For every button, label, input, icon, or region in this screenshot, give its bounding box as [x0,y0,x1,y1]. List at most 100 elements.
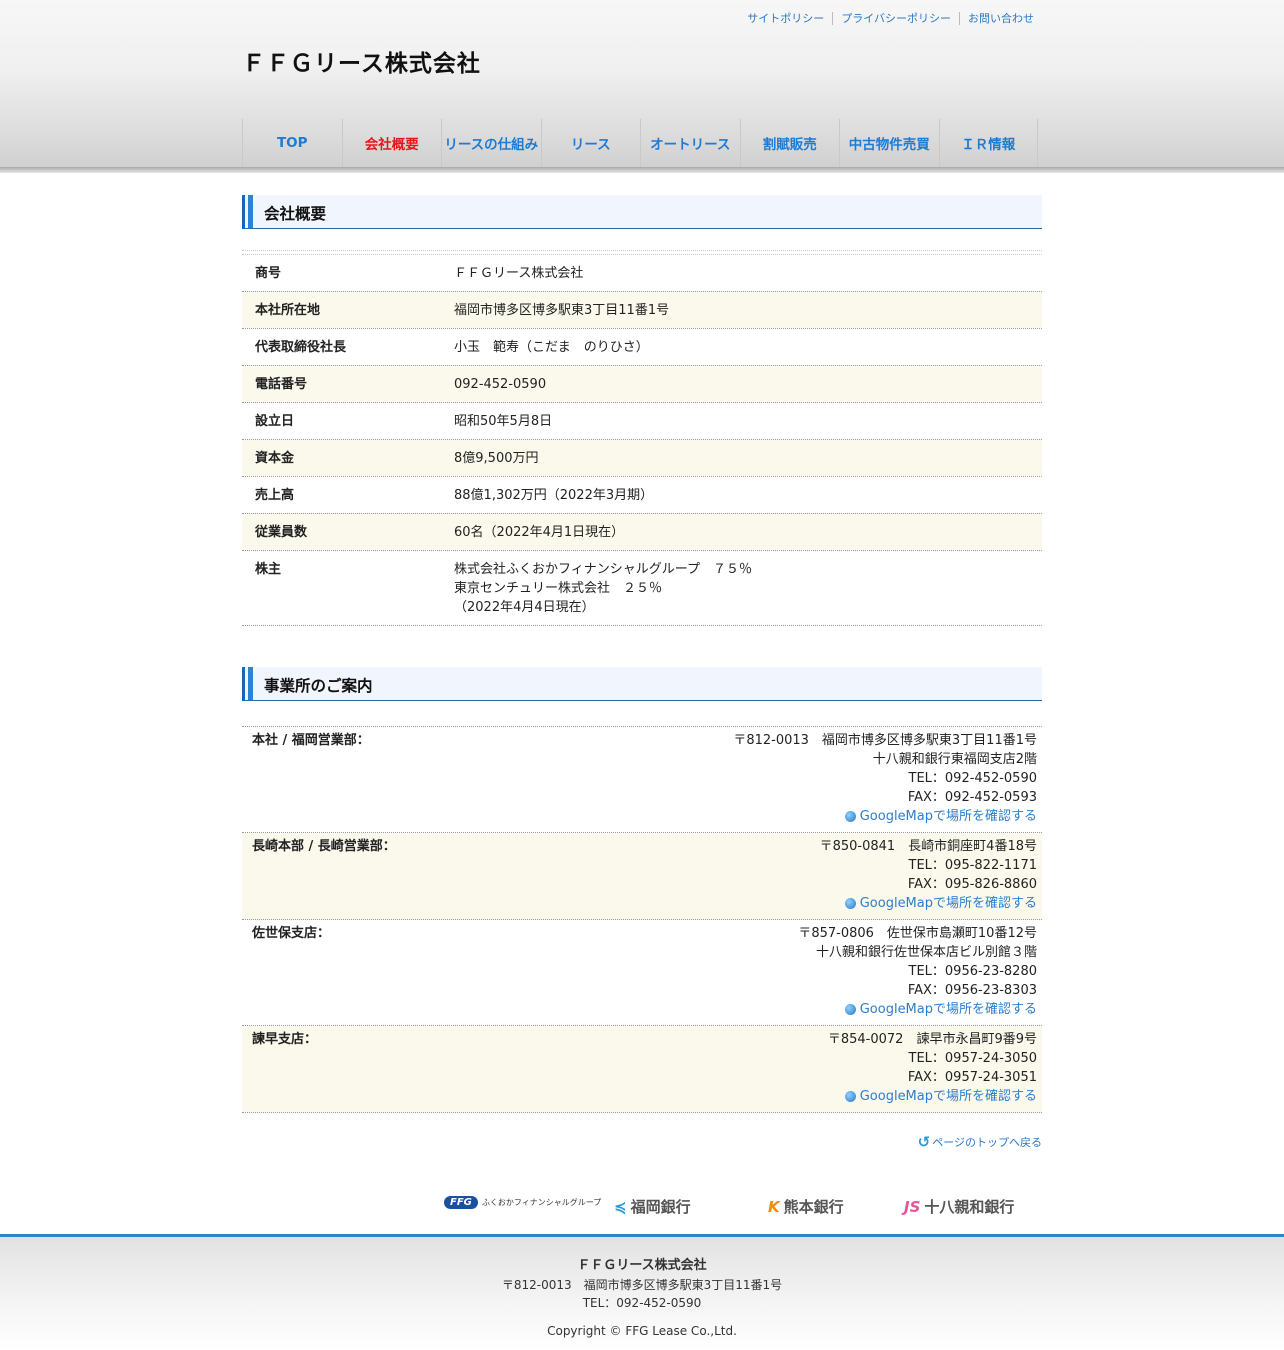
page-top-link[interactable]: ↺ ページのトップへ戻る [918,1133,1042,1151]
row-label: 従業員数 [255,525,308,540]
google-map-link[interactable]: GoogleMapで場所を確認する [844,1087,1037,1106]
office-info: 〒854-0072 諫早市永昌町9番9号 TEL：0957-24-3050 FA… [828,1030,1037,1108]
office-item: 佐世保支店： 〒857-0806 佐世保市島瀬町10番12号 十八親和銀行佐世保… [242,920,1042,1026]
table-row: 設立日 昭和50年5月8日 [242,402,1042,439]
office-tel: TEL：095-822-1171 [908,858,1038,873]
fukuoka-bank-mark-icon: ≼ [614,1197,627,1216]
page-top-label: ページのトップへ戻る [932,1136,1042,1149]
site-footer: ＦＦＧリース株式会社 〒812-0013 福岡市博多区博多駅東3丁目11番1号 … [0,1234,1284,1350]
office-item: 長崎本部 / 長崎営業部： 〒850-0841 長崎市銅座町4番18号 TEL：… [242,833,1042,920]
office-address: 〒812-0013 福岡市博多区博多駅東3丁目11番1号 [733,733,1037,748]
nav-auto-lease[interactable]: オートリース [640,119,740,167]
ffg-logo[interactable]: FFG ふくおかフィナンシャルグループ [444,1196,601,1209]
nav-ir[interactable]: ＩＲ情報 [938,119,1038,167]
google-map-link[interactable]: GoogleMapで場所を確認する [844,894,1037,913]
office-building: 十八親和銀行佐世保本店ビル別館３階 [815,945,1037,960]
office-name: 本社 / 福岡営業部： [252,733,370,748]
juhachi-bank-text: 十八親和銀行 [924,1198,1015,1216]
shareholder-line: 株式会社ふくおかフィナンシャルグループ ７５％ [454,562,752,577]
map-link-label: GoogleMapで場所を確認する [859,809,1037,824]
map-link-label: GoogleMapで場所を確認する [859,896,1037,911]
header-shadow [0,167,1284,173]
table-row: 電話番号 092-452-0590 [242,365,1042,402]
office-fax: FAX：092-452-0593 [907,790,1037,805]
row-label: 代表取締役社長 [255,340,347,355]
offices-list: 本社 / 福岡営業部： 〒812-0013 福岡市博多区博多駅東3丁目11番1号… [242,726,1042,1113]
nav-lease[interactable]: リース [540,119,641,167]
row-value: ＦＦＧリース株式会社 [454,266,584,281]
map-link-label: GoogleMapで場所を確認する [859,1089,1037,1104]
offices-heading-text: 事業所のご案内 [264,677,373,695]
office-fax: FAX：0956-23-8303 [907,983,1037,998]
site-header: サイトポリシー プライバシーポリシー お問い合わせ ＦＦＧリース株式会社 TOP… [0,0,1284,172]
nav-used-goods[interactable]: 中古物件売買 [839,119,939,167]
office-fax: FAX：0957-24-3051 [907,1070,1037,1085]
table-row: 株主 株式会社ふくおかフィナンシャルグループ ７５％ 東京センチュリー株式会社 … [242,550,1042,625]
site-policy-link[interactable]: サイトポリシー [739,12,832,25]
row-label: 電話番号 [255,377,308,392]
row-value: 株式会社ふくおかフィナンシャルグループ ７５％ 東京センチュリー株式会社 ２５％… [454,560,1042,617]
shareholder-line: 東京センチュリー株式会社 ２５％ [454,581,663,596]
row-value: 8億9,500万円 [454,451,539,466]
row-label: 本社所在地 [255,303,321,318]
nav-lease-mechanism[interactable]: リースの仕組み [441,119,541,167]
nav-company[interactable]: 会社概要 [341,119,442,167]
office-info: 〒850-0841 長崎市銅座町4番18号 TEL：095-822-1171 F… [820,837,1037,915]
company-heading-text: 会社概要 [264,205,327,223]
office-info: 〒857-0806 佐世保市島瀬町10番12号 十八親和銀行佐世保本店ビル別館３… [798,924,1037,1021]
table-row: 従業員数 60名（2022年4月1日現在） [242,513,1042,550]
site-title[interactable]: ＦＦＧリース株式会社 [242,44,481,78]
office-name: 諫早支店： [252,1032,318,1047]
fukuoka-bank-logo[interactable]: ≼ 福岡銀行 [614,1196,691,1217]
footer-company-name: ＦＦＧリース株式会社 [577,1258,707,1273]
table-row: 売上高 88億1,302万円（2022年3月期） [242,476,1042,513]
office-tel: TEL：092-452-0590 [908,771,1038,786]
row-label: 売上高 [255,488,295,503]
table-row: 商号 ＦＦＧリース株式会社 [242,254,1042,291]
row-value: 88億1,302万円（2022年3月期） [454,488,654,503]
row-label: 資本金 [255,451,295,466]
shareholder-line: （2022年4月4日現在） [454,600,595,615]
juhachi-shinwa-bank-logo[interactable]: JS 十八親和銀行 [904,1196,1014,1217]
row-label: 株主 [255,562,282,577]
row-value: 昭和50年5月8日 [454,414,553,429]
privacy-policy-link[interactable]: プライバシーポリシー [832,12,959,25]
google-map-link[interactable]: GoogleMapで場所を確認する [844,1000,1037,1019]
office-address: 〒854-0072 諫早市永昌町9番9号 [827,1032,1037,1047]
office-name: 長崎本部 / 長崎営業部： [252,839,396,854]
kumamoto-bank-mark-icon: K [768,1197,780,1216]
kumamoto-bank-text: 熊本銀行 [783,1198,844,1216]
office-item: 本社 / 福岡営業部： 〒812-0013 福岡市博多区博多駅東3丁目11番1号… [242,727,1042,833]
office-item: 諫早支店： 〒854-0072 諫早市永昌町9番9号 TEL：0957-24-3… [242,1026,1042,1113]
nav-top[interactable]: TOP [242,119,342,167]
ffg-logo-text: ふくおかフィナンシャルグループ [481,1198,602,1207]
table-row: 資本金 8億9,500万円 [242,439,1042,476]
office-tel: TEL：0956-23-8280 [908,964,1038,979]
utility-nav: サイトポリシー プライバシーポリシー お問い合わせ [739,12,1042,25]
globe-icon [844,1004,856,1015]
map-link-label: GoogleMapで場所を確認する [859,1002,1037,1017]
office-building: 十八親和銀行東福岡支店2階 [872,752,1037,767]
ffg-logo-mark: FFG [444,1196,478,1209]
company-table: 商号 ＦＦＧリース株式会社 本社所在地 福岡市博多区博多駅東3丁目11番1号 代… [242,250,1042,626]
fukuoka-bank-text: 福岡銀行 [630,1198,691,1216]
google-map-link[interactable]: GoogleMapで場所を確認する [844,807,1037,826]
kumamoto-bank-logo[interactable]: K 熊本銀行 [768,1196,844,1217]
row-value: 小玉 範寿（こだま のりひさ） [454,340,649,355]
global-nav: TOP 会社概要 リースの仕組み リース オートリース 割賦販売 中古物件売買 … [242,119,1038,167]
row-label: 商号 [255,266,282,281]
office-fax: FAX：095-826-8860 [907,877,1037,892]
table-row: 代表取締役社長 小玉 範寿（こだま のりひさ） [242,328,1042,365]
footer-tel: TEL：092-452-0590 [582,1296,702,1310]
contact-link[interactable]: お問い合わせ [959,12,1042,25]
offices-heading: 事業所のご案内 [242,667,1042,701]
table-row: 本社所在地 福岡市博多区博多駅東3丁目11番1号 [242,291,1042,328]
group-logos: FFG ふくおかフィナンシャルグループ ≼ 福岡銀行 K 熊本銀行 JS 十八親… [440,1194,1040,1220]
globe-icon [844,898,856,909]
footer-address: 〒812-0013 福岡市博多区博多駅東3丁目11番1号 [501,1278,783,1292]
office-address: 〒850-0841 長崎市銅座町4番18号 [819,839,1037,854]
nav-installment-sales[interactable]: 割賦販売 [739,119,840,167]
globe-icon [844,811,856,822]
row-label: 設立日 [255,414,295,429]
globe-icon [844,1091,856,1102]
